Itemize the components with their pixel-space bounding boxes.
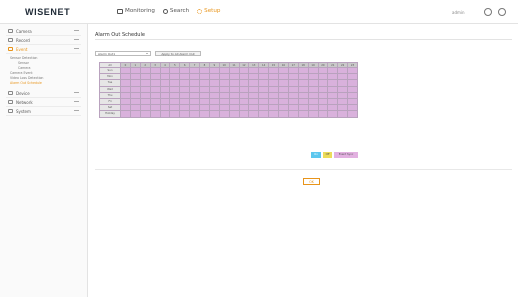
camera-icon: [8, 29, 13, 33]
sidebar-group-system[interactable]: System: [6, 107, 81, 116]
nav-monitoring-label: Monitoring: [125, 8, 155, 14]
schedule-cell[interactable]: [149, 110, 161, 118]
sidebar-group-label: System: [16, 108, 31, 114]
schedule-cell[interactable]: [189, 110, 200, 118]
sidebar-group-device[interactable]: Device: [6, 89, 81, 98]
user-menu[interactable]: admin: [452, 10, 465, 15]
apply-all-button[interactable]: Apply to All Alarm Out: [155, 51, 201, 56]
collapse-icon: [74, 30, 79, 31]
power-icon[interactable]: [498, 8, 506, 16]
ok-button[interactable]: OK: [303, 178, 320, 185]
schedule-cell[interactable]: [278, 110, 289, 118]
schedule-cell[interactable]: [120, 110, 131, 118]
sidebar-group-label: Record: [16, 37, 30, 43]
nav-search[interactable]: Search: [162, 8, 190, 14]
schedule-cell[interactable]: [169, 110, 181, 118]
gear-icon: [197, 8, 203, 14]
schedule-cell[interactable]: [179, 110, 191, 118]
expand-icon: [74, 110, 79, 111]
nav-setup[interactable]: Setup: [197, 8, 220, 14]
sidebar: Camera Record Event Sensor Detection Sen…: [0, 24, 88, 297]
expand-icon: [74, 92, 79, 93]
schedule-cell[interactable]: [258, 110, 270, 118]
sidebar-group-label: Camera: [16, 28, 32, 34]
legend-event-sync[interactable]: Event Sync: [334, 152, 358, 158]
sidebar-group-label: Event: [16, 46, 28, 52]
sidebar-group-record[interactable]: Record: [6, 36, 81, 45]
chevron-down-icon: [146, 53, 148, 54]
bottom-divider: [95, 169, 512, 170]
sidebar-group-network[interactable]: Network: [6, 98, 81, 107]
alarm-out-select-value: Alarm Out1: [98, 52, 116, 56]
network-icon: [8, 100, 13, 104]
top-bar: WISENET Monitoring Search Setup admin: [0, 0, 518, 24]
wisenet-logo: WISENET: [25, 7, 71, 17]
page-title: Alarm Out Schedule: [95, 32, 145, 38]
sidebar-group-label: Device: [16, 90, 30, 96]
schedule-cell[interactable]: [208, 110, 220, 118]
title-divider: [95, 39, 512, 40]
nav-monitoring[interactable]: Monitoring: [117, 8, 155, 14]
schedule-row: Holiday: [99, 110, 358, 118]
device-icon: [8, 91, 13, 95]
nav-setup-label: Setup: [204, 8, 221, 14]
collapse-icon: [74, 48, 79, 49]
schedule-cell[interactable]: [347, 110, 358, 118]
schedule-cell[interactable]: [297, 110, 309, 118]
system-icon: [8, 109, 13, 113]
legend-on[interactable]: On: [311, 152, 321, 158]
schedule-cell[interactable]: [238, 110, 250, 118]
sidebar-group-camera[interactable]: Camera: [6, 27, 81, 36]
schedule-cell[interactable]: [327, 110, 339, 118]
search-icon: [162, 8, 168, 14]
schedule-cell[interactable]: [159, 110, 171, 118]
record-icon: [8, 38, 13, 42]
help-icon[interactable]: [484, 8, 492, 16]
monitor-icon: [117, 8, 123, 14]
schedule-cell[interactable]: [337, 110, 349, 118]
sidebar-group-label: Network: [16, 99, 33, 105]
main-panel: Alarm Out Schedule Alarm Out1 Apply to A…: [89, 24, 518, 297]
schedule-cell[interactable]: [199, 110, 210, 118]
expand-icon: [74, 101, 79, 102]
schedule-cell[interactable]: [218, 110, 230, 118]
schedule-cell[interactable]: [307, 110, 319, 118]
nav-search-label: Search: [169, 8, 190, 14]
schedule-grid: All 0 1 2 3 4 5 6 7 8 9 10 11 12 13 14 15 16 17 18 19 20 21 22 2…: [99, 62, 358, 118]
collapse-icon: [74, 39, 79, 40]
schedule-cell[interactable]: [248, 110, 260, 118]
day-label[interactable]: Holiday: [99, 110, 121, 118]
schedule-cell[interactable]: [129, 110, 141, 118]
schedule-cell[interactable]: [268, 110, 279, 118]
legend-off[interactable]: Off: [323, 152, 332, 158]
event-icon: [8, 47, 13, 51]
top-nav: Monitoring Search Setup: [117, 8, 220, 14]
schedule-cell[interactable]: [317, 110, 329, 118]
schedule-cell[interactable]: [287, 110, 299, 118]
schedule-cell[interactable]: [228, 110, 240, 118]
alarm-out-select[interactable]: Alarm Out1: [95, 51, 151, 56]
sidebar-group-event[interactable]: Event: [6, 45, 81, 54]
schedule-cell[interactable]: [139, 110, 151, 118]
